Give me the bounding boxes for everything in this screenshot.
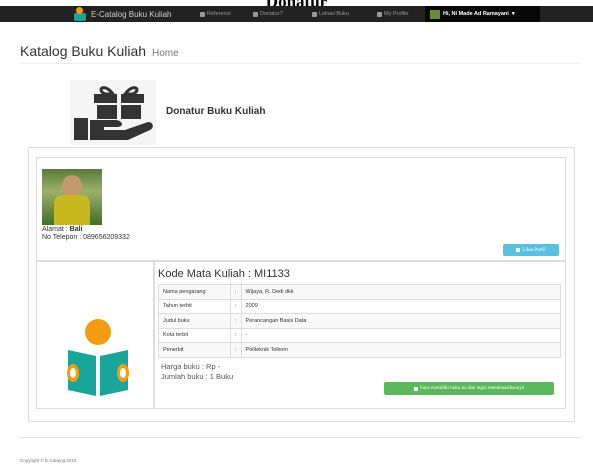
table-row: Judul buku : Perancangan Basis Data bbox=[158, 313, 562, 329]
donor-photo bbox=[42, 169, 102, 225]
chevron-down-icon: ▾ bbox=[511, 11, 515, 17]
map-marker-icon bbox=[312, 11, 317, 17]
page-subtitle: Home bbox=[151, 48, 179, 59]
harga-buku: Harga buku : Rp - bbox=[161, 362, 221, 371]
table-cell-value: Politeknik Telkom bbox=[240, 342, 562, 358]
user-icon bbox=[377, 11, 382, 17]
nav-item-lokasi-buku[interactable]: Lokasi Buku bbox=[312, 6, 349, 22]
table-cell-label: Judul buku bbox=[158, 313, 231, 329]
nav-item-label: Referensi bbox=[207, 11, 231, 17]
telepon-line: No Telepon : 089656209332 bbox=[42, 234, 130, 241]
table-row: Kota terbit : - bbox=[158, 327, 562, 343]
nav-item-donatur[interactable]: Donatur? bbox=[253, 6, 283, 22]
avatar bbox=[430, 9, 440, 19]
user-menu-dropdown[interactable]: Hi, Ni Made Ad Ramayani ▾ bbox=[425, 6, 540, 22]
save-icon bbox=[413, 386, 418, 391]
donate-book-button[interactable]: Saya memiliki buku ini dan ingin mendona… bbox=[384, 382, 554, 395]
table-row: Tahun terbit : 2009 bbox=[158, 298, 562, 314]
book-info-table: Nama pengarang : Wijaya, R. Dedi dkk Tah… bbox=[158, 284, 562, 358]
lihat-profil-button[interactable]: Lihat Profil bbox=[503, 244, 559, 256]
table-cell-value: 2009 bbox=[240, 298, 562, 314]
reading-book-icon bbox=[63, 318, 133, 398]
jumlah-buku: Jumlah buku : 1 Buku bbox=[161, 372, 234, 381]
donate-book-label: Saya memiliki buku ini dan ingin mendona… bbox=[419, 386, 525, 391]
page-title: Katalog Buku Kuliah Home bbox=[20, 43, 179, 59]
table-cell-sep: : bbox=[230, 327, 242, 343]
kode-mata-kuliah: Kode Mata Kuliah : MI1133 bbox=[158, 268, 290, 280]
alamat-line: Alamat : Bali bbox=[42, 226, 130, 234]
table-cell-sep: : bbox=[230, 298, 242, 314]
donatur-gift-hand-icon bbox=[70, 80, 156, 145]
table-cell-sep: : bbox=[230, 313, 242, 329]
table-cell-value: Wijaya, R. Dedi dkk bbox=[240, 284, 562, 300]
table-row: Penerbit : Politeknik Telkom bbox=[158, 342, 562, 358]
user-icon bbox=[516, 248, 521, 252]
nav-item-label: Lokasi Buku bbox=[319, 11, 349, 17]
donor-profile-box bbox=[36, 157, 566, 261]
table-cell-sep: : bbox=[230, 342, 242, 358]
table-cell-label: Penerbit bbox=[158, 342, 231, 358]
nav-item-my-profile[interactable]: My Profile bbox=[377, 6, 408, 22]
table-cell-label: Tahun terbit bbox=[158, 298, 231, 314]
footer-copyright: Copyright © E-Catalog 2015 bbox=[20, 458, 77, 463]
divider bbox=[20, 63, 580, 64]
alamat-label: Alamat : bbox=[42, 226, 68, 233]
user-greeting: Hi, Ni Made Ad Ramayani bbox=[443, 11, 509, 17]
table-cell-sep: : bbox=[230, 284, 242, 300]
users-icon bbox=[253, 11, 258, 17]
nav-item-referensi[interactable]: Referensi bbox=[200, 6, 231, 22]
brand-label: E-Catalog Buku Kuliah bbox=[91, 9, 172, 19]
harga-block: Harga buku : Rp - Jumlah buku : 1 Buku bbox=[161, 362, 233, 382]
nav-item-label: My Profile bbox=[384, 11, 409, 17]
table-cell-value: - bbox=[240, 327, 562, 343]
nav-item-label: Donatur? bbox=[260, 11, 283, 17]
donor-address-block: Alamat : Bali No Telepon : 089656209332 bbox=[42, 226, 130, 242]
alamat-value: Bali bbox=[69, 226, 83, 233]
lihat-profil-label: Lihat Profil bbox=[522, 247, 546, 253]
table-row: Nama pengarang : Wijaya, R. Dedi dkk bbox=[158, 284, 562, 300]
table-cell-label: Nama pengarang bbox=[158, 284, 231, 300]
brand-link[interactable]: E-Catalog Buku Kuliah bbox=[72, 6, 172, 22]
book-icon bbox=[200, 11, 205, 17]
top-navbar: E-Catalog Buku Kuliah Referensi Donatur?… bbox=[0, 6, 593, 22]
table-cell-label: Kota terbit bbox=[158, 327, 231, 343]
table-cell-value: Perancangan Basis Data bbox=[240, 313, 562, 329]
donatur-title: Donatur Buku Kuliah bbox=[166, 106, 266, 117]
brand-logo-icon bbox=[72, 6, 88, 22]
page-title-text: Katalog Buku Kuliah bbox=[20, 43, 147, 59]
divider bbox=[20, 437, 580, 438]
